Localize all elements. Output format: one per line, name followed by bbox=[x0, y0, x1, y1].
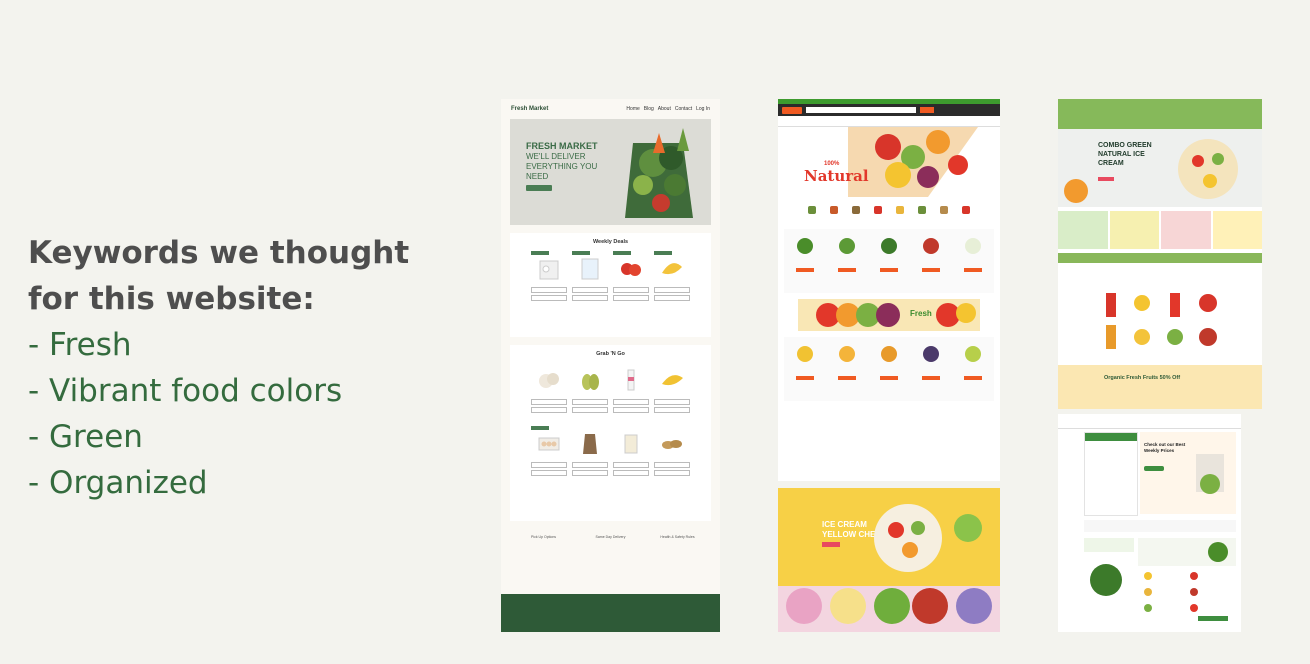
reference-screenshot-ice-cream: ICE CREAM YELLOW CHERRY bbox=[778, 488, 1000, 632]
reference-screenshot-grocery: Check out our Best Weekly Prices bbox=[1058, 414, 1241, 632]
groci-product bbox=[877, 346, 901, 392]
organic-hero: COMBO GREEN NATURAL ICE CREAM bbox=[1058, 129, 1262, 207]
organic-header bbox=[1058, 99, 1262, 129]
fm-product-grid bbox=[510, 245, 711, 317]
grocery-category-sidebar bbox=[1084, 432, 1138, 516]
reference-screenshot-organic: COMBO GREEN NATURAL ICE CREAM Organic Fr… bbox=[1058, 99, 1262, 409]
organic-category-tiles bbox=[1058, 207, 1262, 253]
fm-hero-title: FRESH MARKET bbox=[526, 141, 598, 151]
icecream-hero-image bbox=[778, 504, 1000, 632]
groci-hero: 100% Natural bbox=[778, 127, 1000, 197]
groci-banner-image bbox=[816, 303, 976, 327]
keywords-panel: Keywords we thought for this website: - … bbox=[28, 230, 468, 506]
grocery-product-listing bbox=[1084, 520, 1236, 621]
fm-product-grid bbox=[510, 357, 711, 492]
groci-hero-title: Natural bbox=[804, 167, 869, 185]
groci-logo bbox=[782, 106, 802, 114]
groci-product-row bbox=[784, 229, 994, 293]
fm-product-card bbox=[530, 426, 568, 486]
fm-nav-item: Home bbox=[626, 106, 640, 112]
groci-product bbox=[793, 238, 817, 284]
groci-product bbox=[919, 346, 943, 392]
keyword-item: - Vibrant food colors bbox=[28, 373, 343, 409]
fm-product-card bbox=[530, 251, 568, 311]
fm-nav-item: Log In bbox=[696, 106, 710, 112]
fm-product-card bbox=[530, 363, 568, 423]
fm-hero-button bbox=[526, 185, 552, 191]
fm-nav-item: About bbox=[657, 106, 671, 112]
fm-weekly-deals: Weekly Deals bbox=[510, 233, 711, 337]
fm-product-card bbox=[571, 251, 609, 311]
groci-product bbox=[961, 238, 985, 284]
groci-product-row bbox=[784, 337, 994, 401]
groci-product bbox=[793, 346, 817, 392]
groci-search-button bbox=[920, 107, 934, 113]
keyword-item: - Organized bbox=[28, 465, 208, 501]
fm-hero-subtitle: WE'LL DELIVER EVERYTHING YOU NEED bbox=[526, 152, 598, 181]
fm-footer bbox=[501, 594, 720, 632]
groci-banner: Fresh bbox=[798, 299, 980, 331]
organic-hero-image bbox=[1064, 139, 1238, 203]
reference-screenshot-groci: 100% Natural Fresh bbox=[778, 99, 1000, 481]
fm-grab-n-go: Grab 'N Go bbox=[510, 345, 711, 521]
fm-product-card bbox=[653, 363, 691, 423]
organic-promo-banner: Organic Fresh Fruits 50% Off bbox=[1058, 365, 1262, 409]
fm-product-card bbox=[612, 426, 650, 486]
fm-feature-delivery: Same Day Delivery bbox=[595, 535, 626, 539]
fm-product-card bbox=[571, 363, 609, 423]
groci-fruit-image bbox=[848, 127, 978, 197]
fm-logo: Fresh Market bbox=[511, 106, 549, 112]
fm-weekly-deals-title: Weekly Deals bbox=[592, 239, 629, 245]
keyword-item: - Green bbox=[28, 419, 143, 455]
fm-product-card bbox=[571, 426, 609, 486]
groci-search bbox=[806, 107, 916, 113]
fm-product-card bbox=[612, 251, 650, 311]
keywords-heading-line2: for this website: bbox=[28, 281, 315, 317]
groci-category-icons bbox=[778, 197, 1000, 223]
fm-product-card bbox=[653, 251, 691, 311]
grocery-hero: Check out our Best Weekly Prices bbox=[1140, 432, 1236, 514]
keywords-heading-line1: Keywords we thought bbox=[28, 235, 410, 271]
groci-product bbox=[961, 346, 985, 392]
grocery-nav bbox=[1058, 414, 1241, 429]
fm-features: Pick Up Options Same Day Delivery Health… bbox=[510, 535, 711, 579]
fm-product-card bbox=[612, 363, 650, 423]
fm-feature-safety: Health & Safety Rules bbox=[660, 535, 695, 539]
groci-header bbox=[778, 104, 1000, 116]
grocery-hero-image bbox=[1196, 454, 1224, 494]
fm-hero: FRESH MARKET WE'LL DELIVER EVERYTHING YO… bbox=[510, 119, 711, 225]
groci-product bbox=[835, 238, 859, 284]
fm-nav-item: Contact bbox=[674, 106, 693, 112]
organic-featured-products bbox=[1058, 263, 1262, 363]
groci-menu bbox=[778, 116, 1000, 127]
fm-feature-pickup: Pick Up Options bbox=[530, 535, 557, 539]
grocery-hero-button bbox=[1144, 466, 1164, 471]
grocery-hero-title: Check out our Best Weekly Prices bbox=[1144, 442, 1186, 453]
fm-nav-item: Blog bbox=[643, 106, 654, 112]
groci-product bbox=[919, 238, 943, 284]
groci-banner-title: Fresh bbox=[910, 309, 932, 318]
organic-promo-title: Organic Fresh Fruits 50% Off bbox=[1104, 375, 1181, 381]
fm-grab-n-go-title: Grab 'N Go bbox=[596, 351, 625, 357]
groci-product bbox=[877, 238, 901, 284]
reference-screenshot-fresh-market: Fresh Market Home Blog About Contact Log… bbox=[501, 99, 720, 632]
fm-vegetable-bag-image bbox=[613, 123, 705, 223]
keyword-item: - Fresh bbox=[28, 327, 132, 363]
fm-nav-links: Home Blog About Contact Log In bbox=[626, 106, 710, 112]
groci-product bbox=[835, 346, 859, 392]
fm-nav: Fresh Market Home Blog About Contact Log… bbox=[501, 99, 720, 119]
fm-product-card bbox=[653, 426, 691, 486]
